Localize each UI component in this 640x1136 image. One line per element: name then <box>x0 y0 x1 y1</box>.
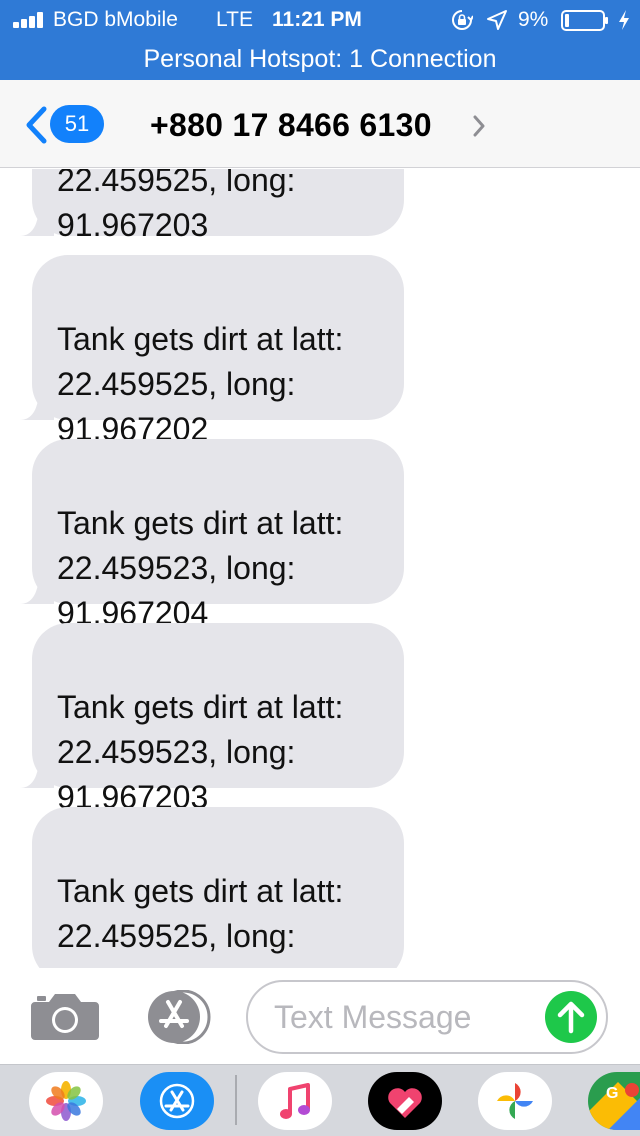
camera-icon[interactable] <box>30 990 100 1042</box>
message-bubble[interactable]: Tank gets dirt at latt: 22.459525, long:… <box>20 255 404 447</box>
message-text: Tank gets dirt at latt: 22.459523, long:… <box>57 505 344 631</box>
photos-app-icon[interactable] <box>29 1072 103 1130</box>
bubble-tail <box>20 390 54 420</box>
music-app-icon[interactable] <box>258 1072 332 1130</box>
app-store-icon[interactable] <box>140 1072 214 1130</box>
message-placeholder: Text Message <box>274 999 472 1035</box>
message-input[interactable]: Text Message <box>246 980 608 1054</box>
clock: 11:21 PM <box>272 8 362 31</box>
location-icon <box>487 10 507 30</box>
bubble-tail <box>20 574 54 604</box>
imessage-app-drawer: G <box>0 1064 640 1136</box>
google-photos-icon[interactable] <box>478 1072 552 1130</box>
unread-count-badge: 51 <box>50 105 104 143</box>
svg-text:G: G <box>606 1085 618 1102</box>
message-bubble[interactable]: Tank gets dirt at latt: 22.459525, long:… <box>20 169 404 243</box>
bubble-tail <box>20 758 54 788</box>
message-text: Tank gets dirt at latt: 22.459525, long:… <box>57 321 344 447</box>
message-text: Tank gets dirt at latt: 22.459525, long:… <box>57 873 344 968</box>
battery-icon <box>561 10 608 31</box>
battery-percent: 9% <box>518 8 549 31</box>
network-type: LTE <box>216 8 253 31</box>
message-bubble[interactable]: Tank gets dirt at latt: 22.459523, long:… <box>20 439 404 631</box>
message-text: Tank gets dirt at latt: 22.459525, long:… <box>57 169 296 243</box>
google-maps-icon[interactable]: G <box>588 1072 640 1130</box>
contact-title[interactable]: +880 17 8466 6130 <box>150 102 432 148</box>
send-button[interactable] <box>545 991 597 1043</box>
conversation-header: 51 +880 17 8466 6130 <box>0 80 640 168</box>
message-text: Tank gets dirt at latt: 22.459523, long:… <box>57 689 344 815</box>
back-button[interactable]: 51 <box>18 102 114 148</box>
carrier-name: BGD bMobile <box>53 8 178 31</box>
digital-touch-icon[interactable] <box>368 1072 442 1130</box>
message-bubble[interactable]: Tank gets dirt at latt: 22.459523, long:… <box>20 623 404 815</box>
app-store-drawer-icon[interactable] <box>141 990 211 1044</box>
hotspot-banner[interactable]: Personal Hotspot: 1 Connection <box>0 40 640 78</box>
message-bubble[interactable]: Tank gets dirt at latt: 22.459525, long:… <box>32 807 404 968</box>
signal-icon <box>13 12 47 28</box>
composer-bar: Text Message <box>0 968 640 1064</box>
arrow-up-icon <box>557 1001 585 1034</box>
chevron-left-icon <box>26 106 47 144</box>
charging-bolt-icon <box>619 10 629 30</box>
chevron-right-icon[interactable] <box>472 114 486 138</box>
status-row: BGD bMobile LTE 11:21 PM 9% <box>0 0 640 40</box>
bubble-tail <box>20 206 54 236</box>
rotation-lock-icon <box>452 10 473 30</box>
message-thread[interactable]: Tank gets dirt at latt: 22.459525, long:… <box>0 169 640 968</box>
status-bar: BGD bMobile LTE 11:21 PM 9% Personal Hot… <box>0 0 640 80</box>
drawer-separator <box>235 1075 237 1125</box>
